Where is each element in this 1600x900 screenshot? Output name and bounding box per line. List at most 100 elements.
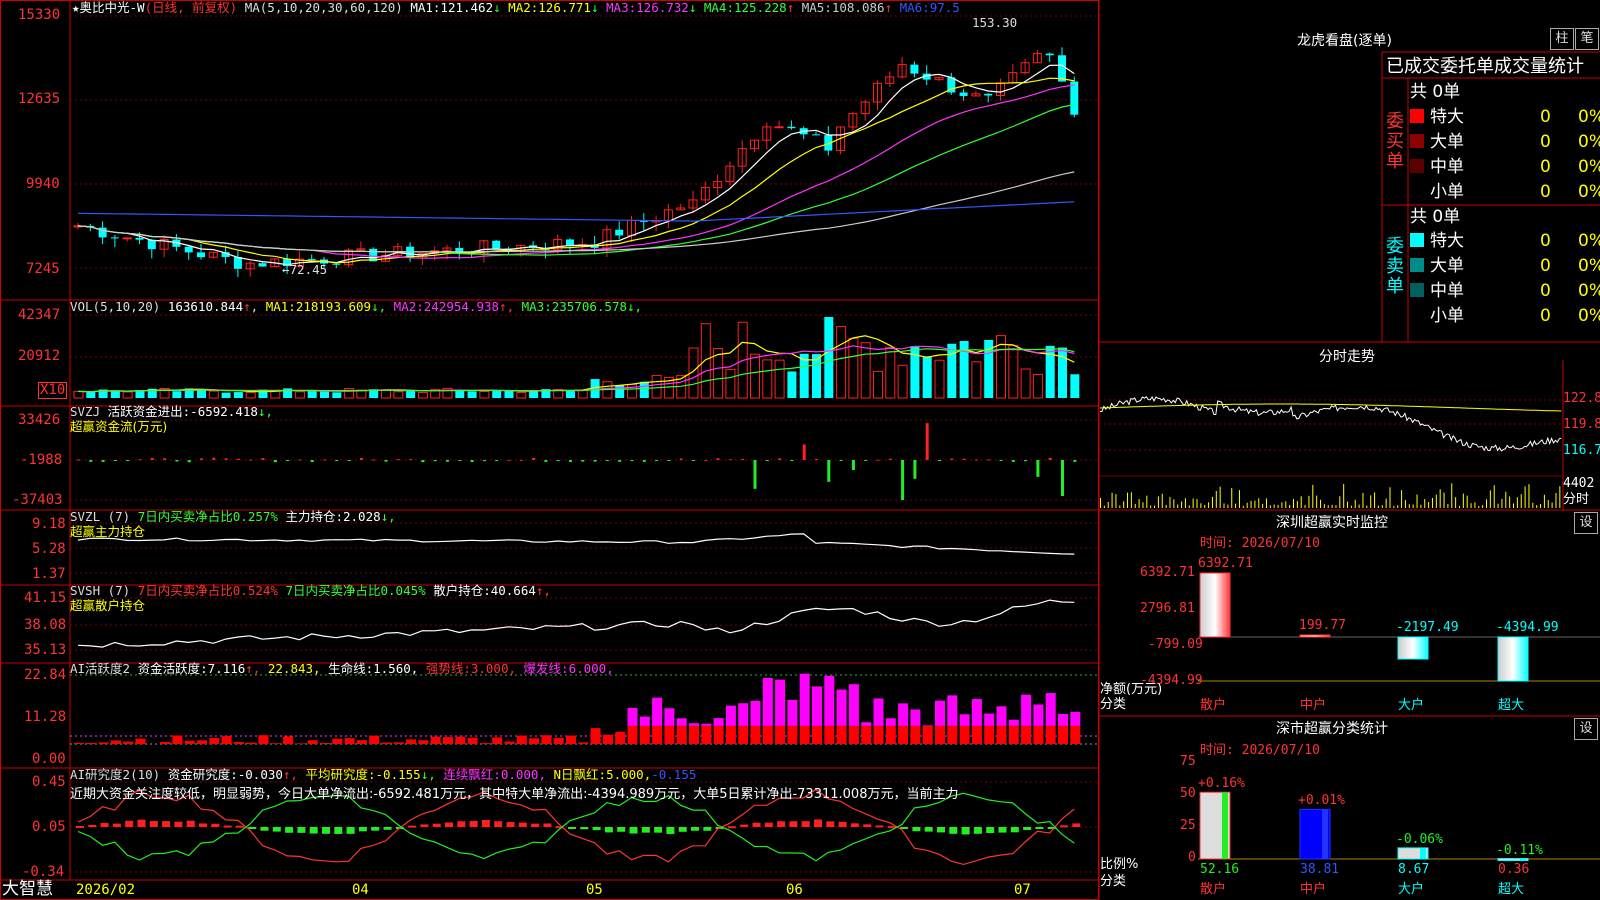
research-bar: [285, 827, 294, 833]
intraday-vol-bar: [1235, 503, 1237, 508]
stock-header: ★奥比中光-W(日线, 前复权) MA(5,10,20,30,60,120) M…: [72, 0, 960, 16]
activity-bar-red: [873, 725, 884, 744]
svzl-subtitle: 超赢主力持仓: [70, 524, 146, 539]
vol-bar-down: [639, 381, 649, 398]
activity-bar-red: [639, 725, 650, 744]
sz-stats-change-label: +0.16%: [1198, 776, 1245, 792]
research-bar: [76, 826, 84, 829]
intraday-vol-bar: [1555, 493, 1557, 508]
activity-bar-red: [270, 743, 281, 744]
svzl-label2: 主力持仓:: [285, 509, 343, 524]
intraday-vol-tick: 4402: [1563, 476, 1595, 491]
vol-bar-down: [529, 391, 539, 398]
activity-bar-red: [172, 735, 183, 744]
intraday-vol-bar: [1296, 501, 1298, 508]
sz-monitor-settings-button[interactable]: 设: [1574, 512, 1598, 534]
row-pct: 0%: [1578, 281, 1600, 301]
activity-bar-red: [885, 725, 896, 744]
bar-view-button[interactable]: 柱: [1550, 28, 1574, 50]
ma-arrow-5: ↑: [884, 0, 893, 15]
activity-bar-red: [110, 740, 121, 744]
sz-monitor-bar: [1299, 634, 1331, 638]
svzj-bar: [569, 460, 572, 462]
sz-monitor-title: 深圳超赢实时监控: [1276, 515, 1388, 531]
svzl-tick: 1.37: [32, 566, 66, 582]
row-name: 特大: [1430, 231, 1464, 251]
vol-bar-up: [417, 391, 428, 399]
sz-monitor-category: 散户: [1200, 698, 1227, 713]
vol-bar-up: [245, 391, 256, 399]
research-bar: [961, 827, 970, 835]
svzj-bar: [667, 460, 671, 461]
intraday-vol-bar: [1130, 492, 1132, 508]
intraday-vol-bar: [1277, 504, 1279, 508]
research-bar: [691, 827, 699, 831]
svzj-tick: 33426: [18, 412, 61, 428]
intraday-vol-bar: [1331, 504, 1333, 508]
row-count: 0: [1540, 107, 1551, 127]
sz-stats-time: 时间: 2026/07/10: [1200, 743, 1320, 758]
list-view-button[interactable]: 笔: [1575, 28, 1599, 50]
intraday-vol-bar: [1374, 492, 1376, 508]
intraday-vol-bar: [1501, 498, 1503, 508]
vol-bar-up: [873, 370, 883, 399]
sz-monitor-value-label: 199.77: [1299, 618, 1346, 633]
svsh-tick: 41.15: [24, 590, 67, 606]
svzj-bar: [446, 460, 449, 462]
svzj-bar: [323, 459, 326, 461]
svzj-bar: [458, 460, 462, 461]
vol-bar-up: [762, 359, 773, 399]
legend-swatch: [1410, 134, 1424, 148]
row-name: 小单: [1430, 182, 1464, 202]
svzj-bar: [384, 460, 388, 462]
activity-bar-red: [295, 743, 306, 744]
intraday-vol-bar: [1547, 500, 1549, 508]
svzj-bar: [753, 460, 757, 489]
intraday-vol-bar: [1435, 494, 1437, 508]
svzj-bar: [987, 459, 991, 461]
sz-stats-change-label: -0.11%: [1496, 842, 1543, 858]
svzj-bar: [925, 423, 929, 460]
sz-stats-settings-button[interactable]: 设: [1574, 718, 1598, 740]
svzj-bar: [421, 460, 425, 463]
sz-stats-value-label: 8.67: [1398, 862, 1430, 877]
svzj-bar: [138, 459, 142, 461]
sz-monitor-category: 中户: [1300, 698, 1327, 713]
activity-bar-magenta: [959, 714, 970, 726]
ma-value-6: 97.5: [929, 0, 960, 15]
vol-bar-up: [725, 368, 736, 399]
activity-bar-red: [123, 741, 134, 744]
star-icon[interactable]: ★: [72, 0, 80, 15]
svzj-bar: [778, 458, 782, 460]
svzj-bar: [999, 460, 1003, 461]
intraday-vol-bar: [1242, 505, 1244, 508]
ma-label-4: MA4:: [696, 0, 734, 15]
vol-bar-up: [1032, 373, 1043, 399]
svzj-bar: [692, 460, 695, 461]
activity-bar-red: [221, 736, 232, 744]
activity-bar-red: [381, 742, 392, 744]
vol-bar-up: [836, 326, 847, 399]
activity-bar-magenta: [1045, 693, 1056, 726]
intraday-vol-bar: [1254, 500, 1256, 508]
ma-label-1: MA1:: [410, 0, 441, 15]
intraday-vol-bar: [1246, 502, 1248, 508]
brand-logo: 大智慧: [2, 879, 53, 899]
intraday-vol-bar: [1493, 485, 1495, 508]
ai-research-header: AI研究度2(10) 资金研究度:-0.030↑, 平均研究度:-0.155↓,…: [70, 767, 696, 783]
vol-bar-up: [885, 346, 896, 399]
activity-bar-red: [713, 725, 724, 744]
vol-bar-up: [1008, 345, 1019, 399]
svzj-bar: [618, 460, 622, 462]
intraday-vol-bar: [1115, 494, 1117, 508]
life-label: 生命线:: [328, 661, 374, 676]
sz-stats-bar-edge: [1420, 847, 1426, 859]
svzj-bar: [655, 460, 659, 461]
activity-bar-red: [725, 725, 736, 744]
intraday-vol-bar: [1350, 505, 1352, 508]
intraday-vol-bar: [1389, 487, 1391, 508]
activity-bar-red: [861, 725, 872, 744]
intraday-vol-bar: [1347, 501, 1349, 508]
svsh-arrow: ↑,: [535, 583, 551, 598]
svzj-bar: [77, 459, 80, 461]
